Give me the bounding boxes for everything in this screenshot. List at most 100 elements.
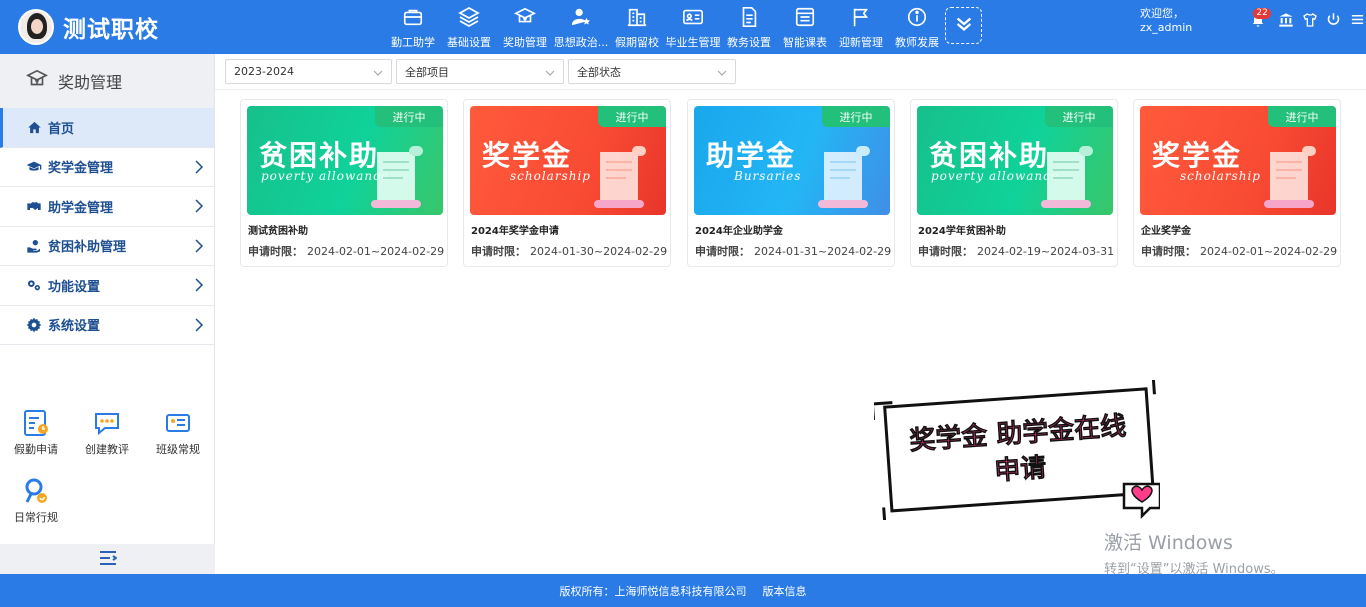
- nav-item-smart-schedule[interactable]: 智能课表: [777, 0, 833, 54]
- scroll-illustration-icon: [371, 146, 423, 208]
- sidebar-item-bursary[interactable]: 助学金管理: [0, 187, 214, 227]
- indent-icon: [99, 550, 118, 569]
- sidebar-collapse-button[interactable]: [0, 544, 215, 574]
- card-date: 申请时限： 2024-02-01~2024-02-29: [248, 245, 445, 258]
- windows-activation-watermark: 激活 Windows 转到“设置”以激活 Windows。: [1104, 532, 1284, 577]
- aid-card[interactable]: 奖学金 scholarship 进行中 企业奖学金 申请时限： 2024-02-0…: [1133, 99, 1341, 267]
- status-badge: 进行中: [598, 106, 666, 127]
- welcome-text: 欢迎您，zx_admin: [1140, 7, 1193, 34]
- heart-chat-icon: [1122, 482, 1160, 520]
- quick-create-evaluation[interactable]: 创建教评: [77, 408, 137, 457]
- sidebar: 奖助管理 首页 奖学金管理 助学金管理 贫困补助管理 功能设置 系统设置 假勤申…: [0, 54, 215, 574]
- card-title: 2024年企业助学金: [695, 226, 783, 237]
- card-title: 测试贫困补助: [248, 226, 308, 237]
- aid-card[interactable]: 奖学金 scholarship 进行中 2024年奖学金申请 申请时限： 2024…: [463, 99, 671, 267]
- nav-item-holiday-stay[interactable]: 假期留校: [609, 0, 665, 54]
- version-link[interactable]: 版本信息: [763, 583, 807, 599]
- top-header: 测试职校 勤工助学 基础设置 奖助管理 思想政治... 假期留校 毕业生管理 教…: [0, 0, 1366, 54]
- scroll-illustration-icon: [594, 146, 646, 208]
- card-title: 企业奖学金: [1141, 226, 1191, 237]
- chevron-right-icon: [194, 238, 204, 257]
- document-icon: [737, 5, 761, 29]
- nav-item-aid-management[interactable]: 奖助管理: [497, 0, 553, 54]
- school-name: 测试职校: [63, 17, 159, 43]
- quick-class-routine[interactable]: 班级常规: [148, 408, 208, 457]
- school-logo[interactable]: 测试职校: [18, 9, 159, 45]
- nav-item-ideology[interactable]: 思想政治...: [553, 0, 609, 54]
- scroll-illustration-icon: [1041, 146, 1093, 208]
- card-banner: 贫困补助 poverty allowance 进行中: [247, 106, 443, 215]
- user-refresh-icon: [21, 476, 51, 506]
- card-date: 申请时限： 2024-02-01~2024-02-29: [1141, 245, 1338, 258]
- home-icon: [26, 119, 42, 135]
- menu-icon[interactable]: [1348, 11, 1366, 29]
- notification-badge: 22: [1253, 7, 1271, 19]
- sidebar-item-scholarship[interactable]: 奖学金管理: [0, 148, 214, 187]
- gears-icon: [26, 277, 42, 293]
- chevron-right-icon: [194, 159, 204, 178]
- layers-icon: [457, 5, 481, 29]
- handshake-icon: [26, 198, 42, 214]
- filter-bar: 2023-2024 全部项目 全部状态: [225, 59, 740, 84]
- card-date: 申请时限： 2024-02-19~2024-03-31: [918, 245, 1115, 258]
- sidebar-item-poverty-aid[interactable]: 贫困补助管理: [0, 227, 214, 266]
- id-card-icon: [681, 5, 705, 29]
- avatar: [18, 9, 54, 45]
- chevron-down-icon: [373, 67, 383, 80]
- card-banner: 奖学金 scholarship 进行中: [1140, 106, 1336, 215]
- top-nav: 勤工助学 基础设置 奖助管理 思想政治... 假期留校 毕业生管理 教务设置 智…: [385, 0, 945, 54]
- card-title: 2024学年贫困补助: [918, 226, 1006, 237]
- card-title: 2024年奖学金申请: [471, 226, 559, 237]
- power-icon[interactable]: [1324, 11, 1342, 29]
- status-badge: 进行中: [1045, 106, 1113, 127]
- sidebar-item-system-settings[interactable]: 系统设置: [0, 306, 214, 345]
- leave-request-icon: [21, 408, 51, 438]
- bell-icon[interactable]: 22: [1249, 7, 1271, 29]
- status-badge: 进行中: [1268, 106, 1336, 127]
- nav-item-academic-settings[interactable]: 教务设置: [721, 0, 777, 54]
- status-badge: 进行中: [375, 106, 443, 127]
- status-badge: 进行中: [822, 106, 890, 127]
- shirt-icon[interactable]: [1301, 11, 1319, 29]
- promo-banner: 奖学金 助学金在线 申请: [874, 380, 1160, 520]
- status-select[interactable]: 全部状态: [568, 59, 736, 84]
- more-menu-button[interactable]: [945, 7, 982, 44]
- sidebar-title: 奖助管理: [0, 54, 214, 108]
- nav-item-enrollment[interactable]: 迎新管理: [833, 0, 889, 54]
- chevron-right-icon: [194, 199, 204, 217]
- project-select[interactable]: 全部项目: [396, 59, 564, 84]
- aid-card[interactable]: 贫困补助 poverty allowance 进行中 2024学年贫困补助 申请…: [910, 99, 1118, 267]
- sidebar-item-function-settings[interactable]: 功能设置: [0, 266, 214, 306]
- nav-item-graduates[interactable]: 毕业生管理: [665, 0, 721, 54]
- aid-card[interactable]: 助学金 Bursaries 进行中 2024年企业助学金 申请时限： 2024-0…: [687, 99, 895, 267]
- card-banner: 奖学金 scholarship 进行中: [470, 106, 666, 215]
- graduation-money-icon: [513, 5, 537, 29]
- building-icon: [625, 5, 649, 29]
- ticket-icon: [163, 408, 193, 438]
- quick-daily-conduct[interactable]: 日常行规: [6, 476, 66, 525]
- quick-leave-request[interactable]: 假勤申请: [6, 408, 66, 457]
- gear-icon: [26, 317, 42, 333]
- bank-icon[interactable]: [1277, 11, 1295, 29]
- divider: [215, 89, 1366, 90]
- user-star-icon: [569, 5, 593, 29]
- scroll-illustration-icon: [818, 146, 870, 208]
- card-date: 申请时限： 2024-01-30~2024-02-29: [471, 245, 668, 258]
- sidebar-item-home[interactable]: 首页: [0, 108, 214, 148]
- hand-money-icon: [26, 238, 42, 254]
- aid-card[interactable]: 贫困补助 poverty allowance 进行中 测试贫困补助 申请时限： 2…: [240, 99, 448, 267]
- info-icon: [905, 5, 929, 29]
- chat-icon: [92, 408, 122, 438]
- footer: 版权所有：上海师悦信息科技有限公司 版本信息: [0, 574, 1366, 607]
- card-banner: 贫困补助 poverty allowance 进行中: [917, 106, 1113, 215]
- graduation-cap-icon: [26, 159, 42, 175]
- nav-item-basic-settings[interactable]: 基础设置: [441, 0, 497, 54]
- year-select[interactable]: 2023-2024: [225, 59, 392, 84]
- copyright-text: 版权所有：上海师悦信息科技有限公司: [559, 584, 747, 598]
- chevron-down-icon: [717, 67, 727, 80]
- briefcase-icon: [401, 5, 425, 29]
- nav-item-teacher-dev[interactable]: 教师发展: [889, 0, 945, 54]
- flag-icon: [849, 5, 873, 29]
- chevron-right-icon: [194, 317, 204, 336]
- nav-item-work-study[interactable]: 勤工助学: [385, 0, 441, 54]
